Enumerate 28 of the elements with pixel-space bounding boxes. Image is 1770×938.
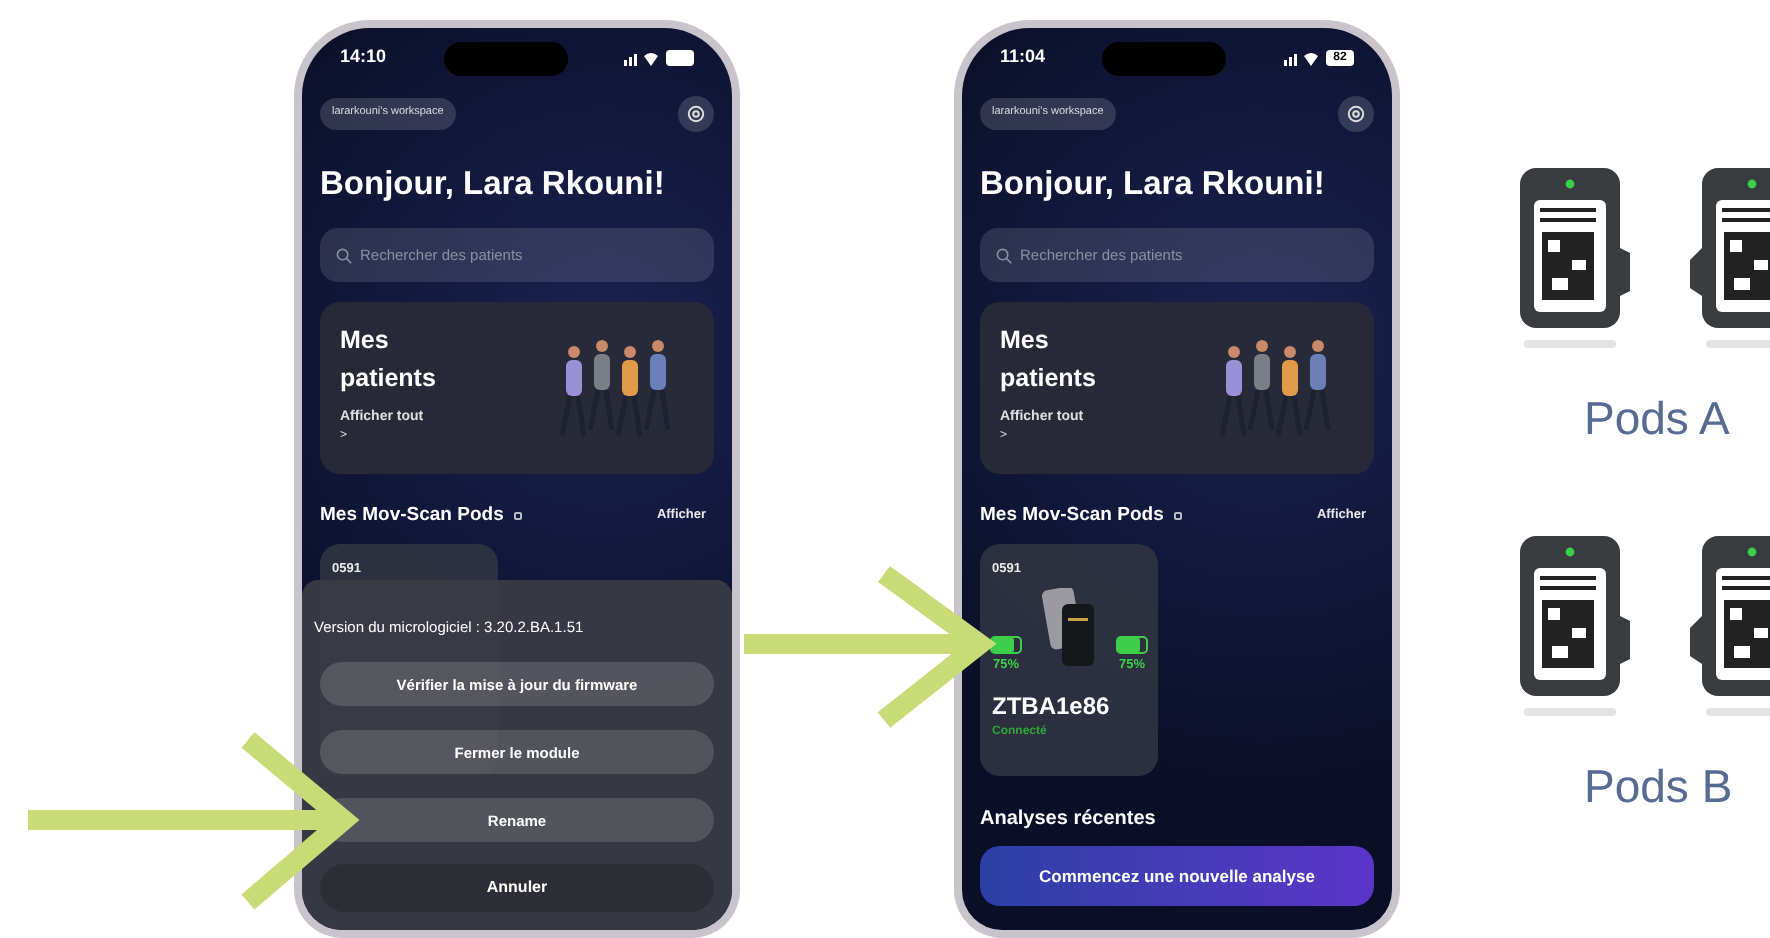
section-title: Mes Mov-Scan Pods [320,501,504,530]
settings-icon [1346,104,1366,124]
status-time: 14:10 [340,44,387,71]
group-label: Pods B [1584,758,1735,816]
signal-wifi-icon [1284,50,1320,66]
signal-wifi-icon [624,50,660,66]
refresh-icon[interactable] [513,511,522,520]
section-title: Mes Mov-Scan Pods [980,501,1164,530]
new-analysis-button[interactable]: Commencez une nouvelle analyse [980,846,1374,906]
refresh-icon[interactable] [1173,511,1182,520]
settings-button[interactable] [1338,96,1374,132]
status-time: 11:04 [1000,44,1046,71]
greeting-heading: Bonjour, Lara Rkouni! [980,164,1327,206]
section-title: Analyses récentes [980,806,1158,834]
group-label: Pods A [1584,390,1732,448]
cancel-button[interactable]: Annuler [320,864,714,913]
pod-devices-drawing [1041,587,1097,668]
pod-name: ZTBA1e86 [992,689,1112,724]
settings-icon [686,104,706,124]
card-title: Mes patients [1000,323,1098,396]
battery-indicator [666,50,694,66]
settings-button[interactable] [678,96,714,132]
dynamic-island [443,41,568,75]
card-title: Mes patients [340,323,438,396]
greeting-heading: Bonjour, Lara Rkouni! [320,164,667,206]
search-icon [996,247,1012,264]
dynamic-island [1102,41,1227,75]
search-icon [336,247,352,264]
